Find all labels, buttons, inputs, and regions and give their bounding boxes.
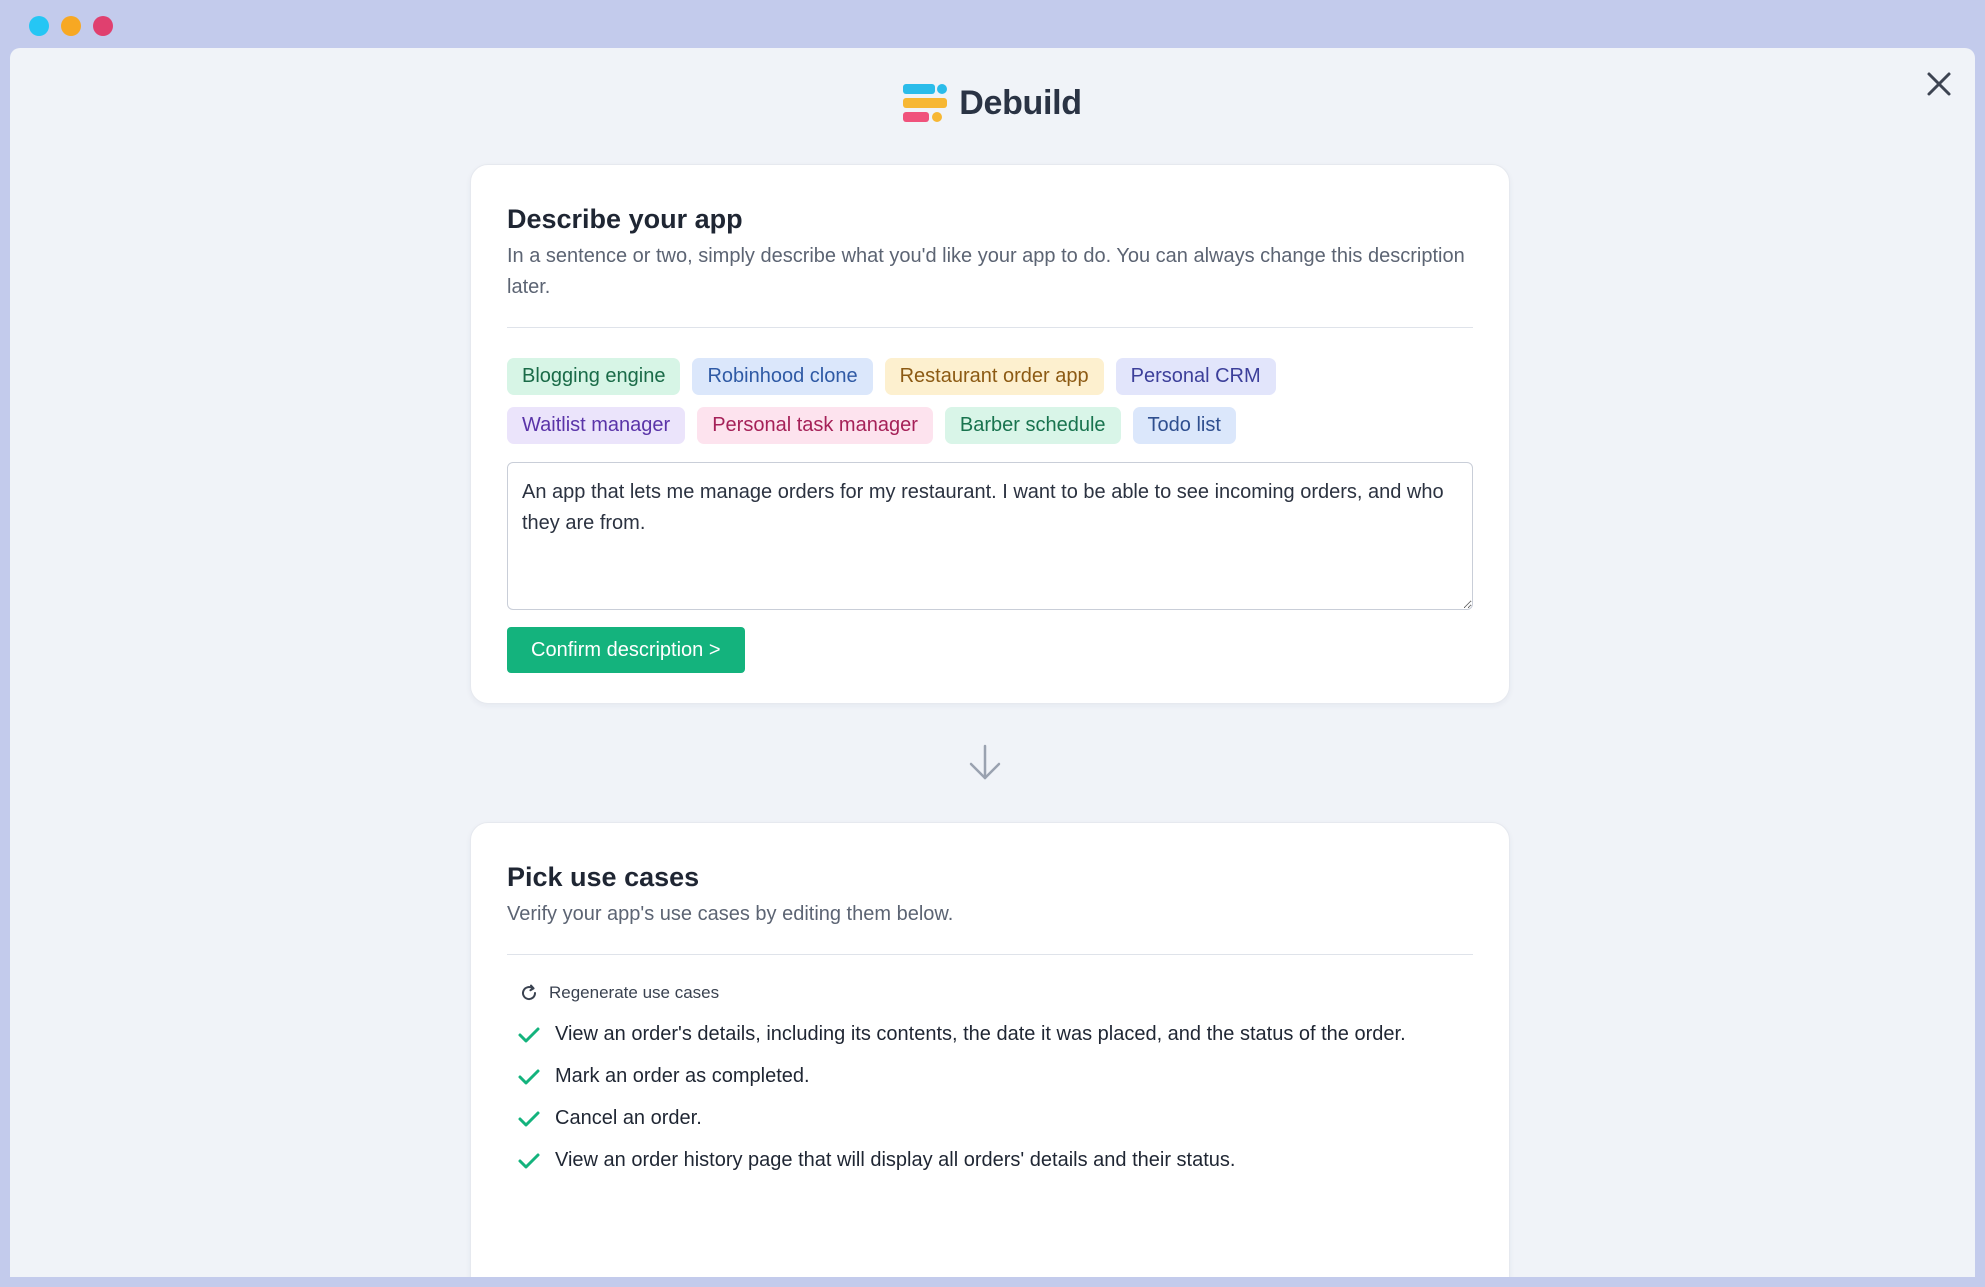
window-minimize-dot[interactable]	[61, 16, 81, 36]
use-case-text: Mark an order as completed.	[555, 1065, 810, 1087]
describe-card: Describe your app In a sentence or two, …	[470, 164, 1510, 704]
brand-header: Debuild	[10, 82, 1975, 124]
divider	[507, 327, 1473, 328]
divider	[507, 954, 1473, 955]
description-input[interactable]: An app that lets me manage orders for my…	[507, 462, 1473, 610]
use-case-text: Cancel an order.	[555, 1107, 702, 1129]
use-case-item[interactable]: Cancel an order.	[517, 1103, 1417, 1134]
example-chip[interactable]: Personal CRM	[1115, 358, 1276, 395]
usecases-card: Pick use cases Verify your app's use cas…	[470, 822, 1510, 1277]
check-icon[interactable]	[517, 1019, 543, 1050]
check-icon[interactable]	[517, 1103, 543, 1134]
refresh-icon	[522, 984, 537, 1001]
use-case-item[interactable]: View an order history page that will dis…	[517, 1145, 1417, 1176]
example-chip[interactable]: Robinhood clone	[692, 358, 873, 395]
use-case-item[interactable]: View an order's details, including its c…	[517, 1019, 1417, 1050]
describe-title: Describe your app	[507, 204, 743, 234]
window-close-dot[interactable]	[29, 16, 49, 36]
arrow-down-icon	[965, 740, 1005, 786]
check-icon[interactable]	[517, 1145, 543, 1176]
window-maximize-dot[interactable]	[93, 16, 113, 36]
example-chip[interactable]: Personal task manager	[697, 407, 933, 444]
example-chip[interactable]: Blogging engine	[507, 358, 681, 395]
regenerate-label: Regenerate use cases	[549, 983, 720, 1002]
example-chip[interactable]: Todo list	[1132, 407, 1236, 444]
check-icon[interactable]	[517, 1061, 543, 1092]
example-chip[interactable]: Restaurant order app	[884, 358, 1104, 395]
app-window: Debuild Describe your app In a sentence …	[10, 48, 1975, 1277]
use-case-text: View an order history page that will dis…	[555, 1149, 1236, 1171]
confirm-description-button[interactable]: Confirm description >	[507, 627, 745, 673]
example-chip[interactable]: Barber schedule	[944, 407, 1121, 444]
describe-subtitle: In a sentence or two, simply describe wh…	[507, 245, 1465, 298]
example-chip[interactable]: Waitlist manager	[507, 407, 686, 444]
brand-name: Debuild	[959, 83, 1082, 122]
use-case-item[interactable]: Mark an order as completed.	[517, 1061, 1417, 1092]
window-titlebar	[0, 0, 1985, 48]
usecases-subtitle: Verify your app's use cases by editing t…	[507, 903, 954, 925]
example-chips: Blogging engine Robinhood clone Restaurant…	[507, 358, 1407, 444]
use-case-text: View an order's details, including its c…	[555, 1023, 1406, 1045]
use-case-list: View an order's details, including its c…	[507, 1019, 1473, 1176]
debuild-logo-icon	[903, 84, 948, 122]
usecases-title: Pick use cases	[507, 862, 700, 892]
regenerate-use-cases-button[interactable]: Regenerate use cases	[519, 979, 1473, 1007]
